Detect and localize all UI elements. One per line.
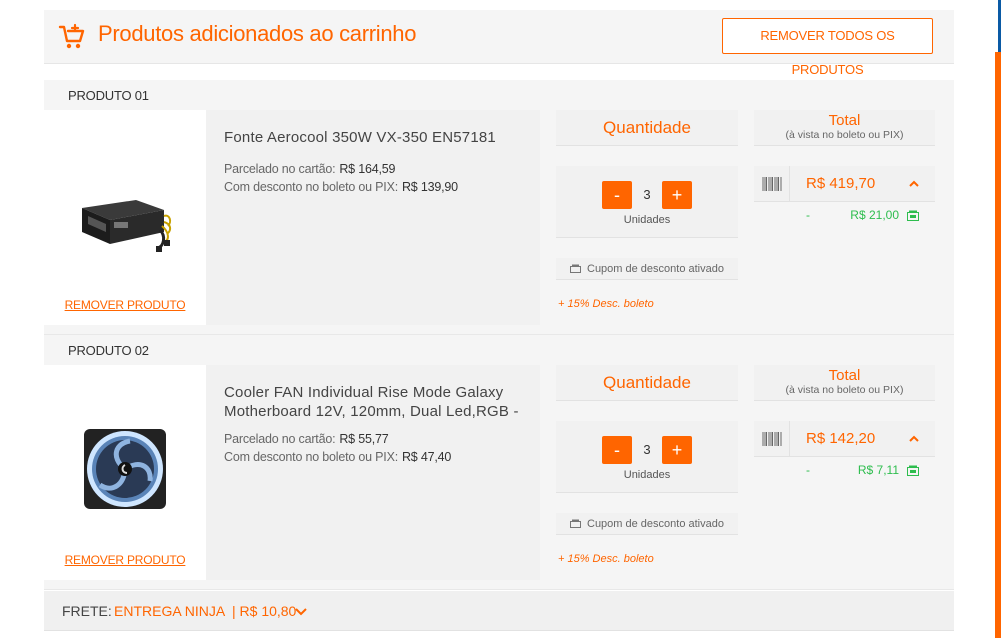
installment-label: Parcelado no cartão: (224, 162, 336, 176)
coupon-label: Cupom de desconto ativado (587, 518, 724, 530)
saving-line: - R$ 21,00 (754, 208, 935, 226)
shipping-label: FRETE: (62, 603, 112, 619)
increase-quantity-button[interactable]: + (662, 181, 692, 209)
chevron-down-icon[interactable] (294, 604, 308, 618)
saving-value: R$ 21,00 (850, 208, 899, 222)
total-subtitle: (à vista no boleto ou PIX) (785, 129, 904, 141)
increase-quantity-button[interactable]: + (662, 436, 692, 464)
discount-note: + 15% Desc. boleto (558, 298, 654, 310)
total-title: Total (828, 112, 861, 129)
product-name[interactable]: Cooler FAN Individual Rise Mode Galaxy M… (224, 383, 524, 421)
saving-dash: - (806, 463, 810, 477)
remove-all-products-button[interactable]: REMOVER TODOS OS PRODUTOS (722, 18, 933, 77)
quantity-title: Quantidade (556, 110, 738, 146)
total-subtitle: (à vista no boleto ou PIX) (785, 384, 904, 396)
total-header: Total (à vista no boleto ou PIX) (754, 110, 935, 146)
product-info: Fonte Aerocool 350W VX-350 EN57181 Parce… (206, 110, 540, 325)
decrease-quantity-button[interactable]: - (602, 181, 632, 209)
total-header: Total (à vista no boleto ou PIX) (754, 365, 935, 401)
installment-price-line: Parcelado no cartão: R$ 55,77 (224, 432, 389, 446)
ticket-icon (570, 519, 581, 528)
product-label: PRODUTO 02 (68, 343, 149, 358)
discount-label: Com desconto no boleto ou PIX: (224, 180, 398, 194)
saving-dash: - (806, 208, 810, 222)
cooler-fan-image (84, 429, 166, 509)
installment-label: Parcelado no cartão: (224, 432, 336, 446)
wallet-icon (907, 210, 919, 221)
units-label: Unidades (623, 214, 671, 226)
barcode-icon (754, 166, 790, 201)
ticket-icon (570, 264, 581, 273)
units-label: Unidades (623, 469, 671, 481)
quantity-stepper: - 3 + Unidades (556, 421, 738, 493)
total-price: R$ 142,20 (806, 430, 876, 447)
coupon-status: Cupom de desconto ativado (556, 513, 738, 535)
total-title: Total (828, 367, 861, 384)
power-supply-image (82, 200, 172, 252)
decrease-quantity-button[interactable]: - (602, 436, 632, 464)
product-name[interactable]: Fonte Aerocool 350W VX-350 EN57181 (224, 128, 524, 147)
total-price-box[interactable]: R$ 142,20 (754, 421, 935, 457)
page-edge-accent (995, 52, 1001, 638)
product-info: Cooler FAN Individual Rise Mode Galaxy M… (206, 365, 540, 580)
saving-value: R$ 7,11 (857, 463, 899, 477)
remove-product-link[interactable]: REMOVER PRODUTO (44, 298, 206, 312)
discount-price: R$ 139,90 (401, 180, 458, 194)
product-label: PRODUTO 01 (68, 88, 149, 103)
installment-price: R$ 164,59 (339, 162, 396, 176)
remove-product-link[interactable]: REMOVER PRODUTO (44, 553, 206, 567)
cart-header: Produtos adicionados ao carrinho REMOVER… (44, 10, 954, 77)
discount-price: R$ 47,40 (401, 450, 452, 464)
quantity-stepper: - 3 + Unidades (556, 166, 738, 238)
total-price-box[interactable]: R$ 419,70 (754, 166, 935, 202)
product-image-box: REMOVER PRODUTO (44, 110, 206, 325)
page-title: Produtos adicionados ao carrinho (98, 21, 417, 46)
quantity-title: Quantidade (556, 365, 738, 401)
cart-product: PRODUTO 02 REMOVER PRODUTO Cooler FAN In… (44, 335, 954, 590)
chevron-up-icon[interactable] (904, 166, 924, 201)
quantity-value[interactable]: 3 (636, 436, 658, 464)
barcode-icon (754, 421, 790, 456)
discount-label: Com desconto no boleto ou PIX: (224, 450, 398, 464)
coupon-status: Cupom de desconto ativado (556, 258, 738, 280)
wallet-icon (907, 465, 919, 476)
installment-price: R$ 55,77 (339, 432, 389, 446)
quantity-value[interactable]: 3 (636, 181, 658, 209)
total-price: R$ 419,70 (806, 175, 876, 192)
discount-price-line: Com desconto no boleto ou PIX: R$ 139,90 (224, 180, 458, 194)
shipping-bar[interactable]: FRETE: ENTREGA NINJA | R$ 10,80 (44, 591, 954, 631)
discount-note: + 15% Desc. boleto (558, 553, 654, 565)
shipping-method: ENTREGA NINJA (114, 603, 226, 619)
chevron-up-icon[interactable] (904, 421, 924, 456)
product-image-box: REMOVER PRODUTO (44, 365, 206, 580)
installment-price-line: Parcelado no cartão: R$ 164,59 (224, 162, 395, 176)
coupon-label: Cupom de desconto ativado (587, 263, 724, 275)
shipping-price: | R$ 10,80 (232, 603, 297, 619)
saving-line: - R$ 7,11 (754, 463, 935, 481)
cart-product: PRODUTO 01 REMOVER PRODUTO Fonte Aerocoo… (44, 80, 954, 335)
discount-price-line: Com desconto no boleto ou PIX: R$ 47,40 (224, 450, 451, 464)
add-to-cart-icon (58, 23, 85, 49)
